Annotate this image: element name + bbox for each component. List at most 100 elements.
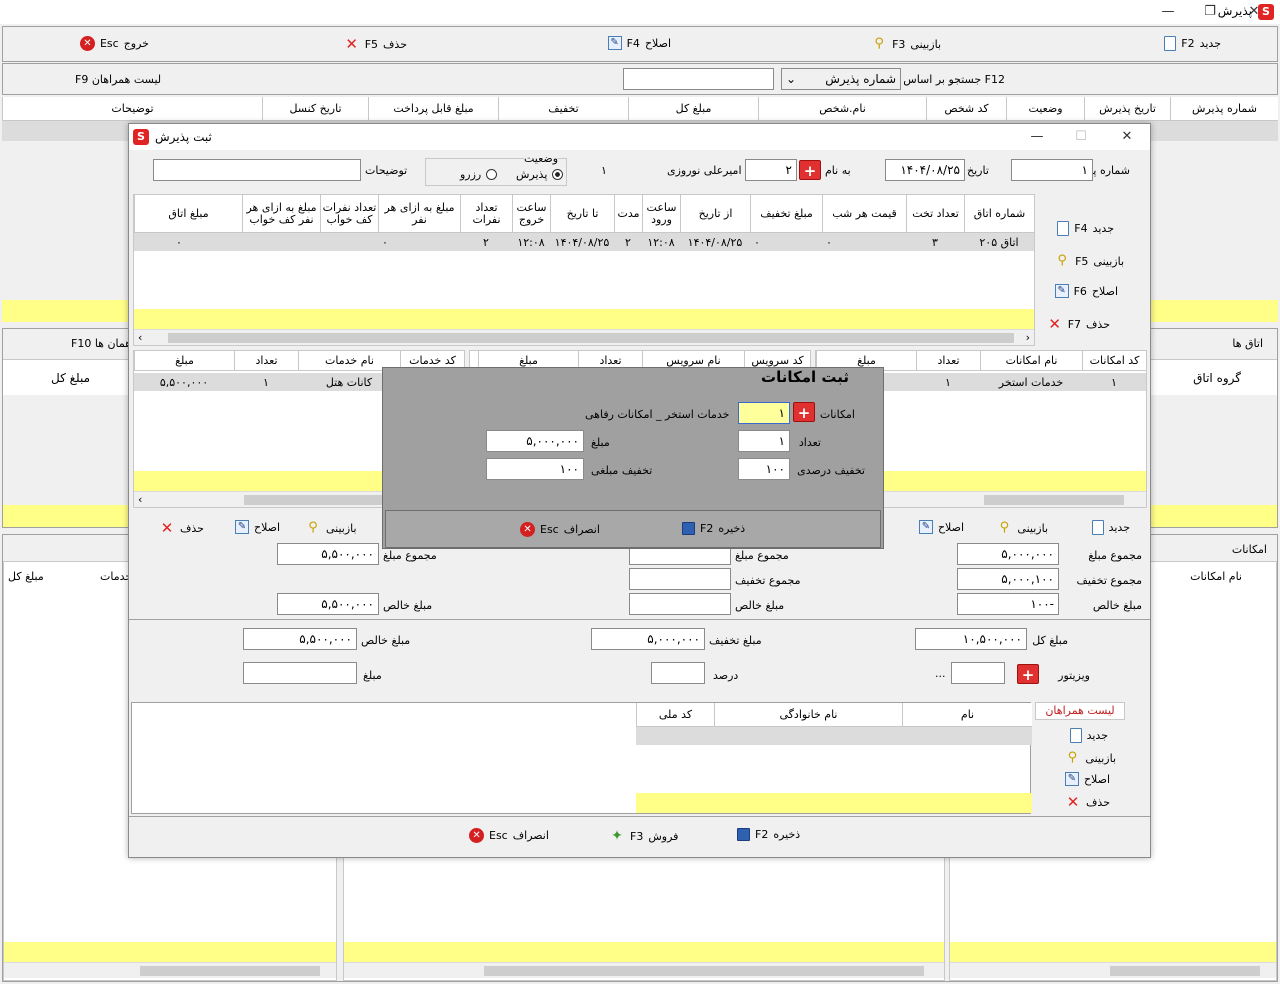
scroll-thumb[interactable] [168,333,1014,343]
col-header[interactable]: نام خانوادگی [714,703,902,726]
scroll-left-icon[interactable]: ‹ [138,331,142,344]
search-button[interactable]: بازبینی F3 ⚲ [871,36,941,52]
col-header[interactable]: مبلغ به ازای هر نفر [378,195,460,232]
amt-discount-input[interactable]: ۱۰۰ [486,458,584,480]
col-header[interactable]: کد ملی [636,703,714,726]
delete-button[interactable]: حذف F5 ✕ [344,36,407,52]
mid-scrollbar[interactable] [344,962,944,978]
visitor-input[interactable] [951,662,1005,684]
save-button[interactable]: ذخیره F2 [737,828,800,841]
search-field-select[interactable]: شماره پذیرش ⌄ [781,68,901,90]
companions-grid-row[interactable] [636,727,1032,745]
sell-button[interactable]: فروش F3 ✦ [609,828,678,844]
add-amenity-button[interactable]: + [793,402,815,422]
companion-new-button[interactable]: جدید [1069,728,1108,743]
hotel-search-button[interactable]: بازبینی ⚲ [305,520,356,536]
status-reception-radio[interactable]: پذیرش [516,168,564,181]
col-header[interactable]: تعداد [916,351,980,370]
minimize-icon[interactable]: — [1148,2,1188,22]
col-header[interactable]: نام.شخص [758,97,926,120]
cell-duration: ۲ [625,236,631,249]
col-header[interactable]: مبلغ کل [628,97,758,120]
rooms-grid-scrollbar[interactable]: ‹ › [134,329,1034,345]
col-header[interactable]: مبلغ قابل پرداخت [368,97,498,120]
person-code-input[interactable]: ۲ [745,159,797,181]
status-reserve-radio[interactable]: رزرو [460,168,498,181]
edit-button[interactable]: اصلاح F4 ✎ [607,36,671,50]
col-header[interactable]: قیمت هر شب [822,195,906,232]
pct-discount-input[interactable]: ۱۰۰ [738,458,790,480]
rooms-grid-row[interactable]: اتاق ۲۰۵ ۳ ۰ ۰ ۱۴۰۴/۰۸/۲۵ ۱۲:۰۸ ۲ ۱۴۰۴/۰… [134,233,1034,251]
count-input[interactable]: ۱ [738,430,790,452]
notes-input[interactable] [153,159,361,181]
companion-search-button[interactable]: بازبینی ⚲ [1064,750,1116,766]
col-header[interactable]: مدت [614,195,642,232]
col-header[interactable]: مبلغ تخفیف [750,195,822,232]
scroll-left-icon[interactable]: ‹ [138,493,142,506]
visitor-dots[interactable]: ... [935,667,946,680]
col-header[interactable]: شماره اتاق [964,195,1034,232]
amenity-edit-button[interactable]: اصلاح ✎ [918,520,964,534]
dialog-close-icon[interactable]: ✕ [1107,127,1147,147]
col-header[interactable]: ساعت خروج [512,195,550,232]
col-header[interactable]: کد امکانات [1082,351,1146,370]
col-header[interactable]: مبلغ اتاق [134,195,242,232]
amenities-scrollbar[interactable] [950,962,1276,978]
col-header[interactable]: تاریخ کنسل [262,97,368,120]
percent-input[interactable] [651,662,705,684]
scroll-right-icon[interactable]: › [1026,331,1030,344]
add-person-button[interactable]: + [799,160,821,180]
companion-edit-button[interactable]: اصلاح ✎ [1064,772,1110,786]
col-header[interactable]: تخفیف [498,97,628,120]
new-button[interactable]: جدید F2 [1164,36,1221,51]
room-edit-button[interactable]: اصلاح F6 ✎ [1054,284,1118,298]
scroll-thumb[interactable] [984,495,1124,505]
col-header[interactable]: شماره پذیرش [1170,97,1278,120]
amount-input[interactable] [243,662,357,684]
companion-delete-button[interactable]: حذف ✕ [1065,794,1110,810]
search-input[interactable] [623,68,774,90]
amenity-code-input[interactable]: ۱ [738,402,790,424]
col-header[interactable]: از تاریخ [680,195,750,232]
col-header[interactable]: تعداد نفرات کف خواب [320,195,378,232]
cancel-button[interactable]: انصراف Esc ✕ [469,828,549,843]
scroll-thumb[interactable] [140,966,320,976]
dialog-minimize-icon[interactable]: — [1017,127,1057,147]
companions-tab[interactable]: لیست همراهان [1035,702,1125,720]
col-header[interactable]: توضیحات [2,97,262,120]
restore-icon[interactable]: ❐ [1190,2,1230,22]
companions-list-link[interactable]: لیست همراهان F9 [75,73,161,86]
hotel-edit-button[interactable]: اصلاح ✎ [235,520,280,534]
amenity-new-button[interactable]: جدید [1091,520,1130,535]
amenity-cancel-button[interactable]: انصراف Esc ✕ [520,522,600,537]
col-header[interactable]: تعداد نفرات [460,195,512,232]
exit-button[interactable]: خروج Esc ✕ [79,36,149,51]
scroll-thumb[interactable] [484,966,924,976]
col-header[interactable]: مبلغ [134,351,234,370]
col-header[interactable]: تا تاریخ [550,195,614,232]
amenity-save-button[interactable]: ذخیره F2 [682,522,745,535]
col-header[interactable]: تعداد تخت [906,195,964,232]
col-header[interactable]: کد شخص [926,97,1006,120]
services-scrollbar[interactable] [4,962,336,978]
add-visitor-button[interactable]: + [1017,664,1039,684]
close-icon[interactable]: ✕ [1234,2,1274,22]
amenity-search-button[interactable]: بازبینی ⚲ [996,520,1048,536]
col-header[interactable]: تاریخ پذیرش [1084,97,1170,120]
room-delete-button[interactable]: حذف F7 ✕ [1047,316,1110,332]
col-header[interactable]: ساعت ورود [642,195,680,232]
room-new-button[interactable]: جدید F4 [1057,221,1114,236]
room-search-button[interactable]: بازبینی F5 ⚲ [1054,253,1124,269]
amount-input[interactable]: ۵,۰۰۰,۰۰۰ [486,430,584,452]
col-header[interactable]: نام [902,703,1032,726]
col-header[interactable]: نام امکانات [980,351,1082,370]
hotel-delete-button[interactable]: حذف ✕ [159,520,204,536]
scroll-thumb[interactable] [244,495,384,505]
guests-label[interactable]: همان ها F10 [71,337,131,350]
col-header[interactable]: مبلغ به ازای هر نفر کف خواب [242,195,320,232]
col-header[interactable]: وضعیت [1006,97,1084,120]
scroll-thumb[interactable] [1110,966,1260,976]
date-input[interactable]: ۱۴۰۴/۰۸/۲۵ [885,159,965,181]
col-header[interactable]: تعداد [234,351,298,370]
reception-no-input[interactable]: ۱ [1011,159,1093,181]
